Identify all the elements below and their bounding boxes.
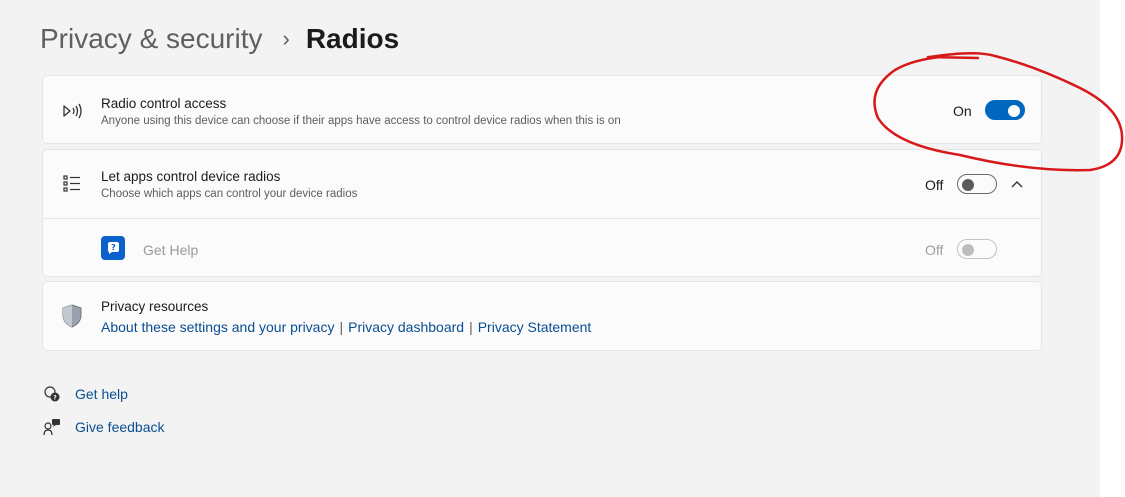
link-separator: | bbox=[469, 319, 473, 335]
privacy-resources-card: Privacy resources About these settings a… bbox=[42, 281, 1042, 351]
toggle-knob bbox=[1008, 105, 1020, 117]
toggle-knob bbox=[962, 244, 974, 256]
get-help-icon: ? bbox=[42, 384, 62, 404]
about-privacy-link[interactable]: About these settings and your privacy bbox=[101, 319, 334, 335]
radio-waves-icon bbox=[61, 100, 83, 122]
radio-control-row: Radio control access Anyone using this d… bbox=[43, 76, 1041, 144]
get-help-link[interactable]: Get help bbox=[75, 386, 128, 402]
breadcrumb: Privacy & security › Radios bbox=[40, 22, 399, 56]
shield-icon bbox=[61, 304, 83, 328]
app-row-get-help: ? Get Help Off bbox=[43, 218, 1041, 277]
radio-control-toggle[interactable] bbox=[985, 100, 1025, 120]
privacy-statement-link[interactable]: Privacy Statement bbox=[478, 319, 592, 335]
get-help-app-name: Get Help bbox=[143, 242, 199, 258]
apps-control-state: Off bbox=[925, 177, 944, 193]
svg-text:?: ? bbox=[111, 243, 116, 252]
radio-control-state: On bbox=[953, 103, 972, 119]
get-help-app-state: Off bbox=[925, 242, 944, 258]
radio-control-description: Anyone using this device can choose if t… bbox=[101, 115, 621, 127]
chevron-right-icon: › bbox=[282, 26, 290, 51]
breadcrumb-parent[interactable]: Privacy & security bbox=[40, 22, 263, 56]
give-feedback-footer[interactable]: Give feedback bbox=[42, 417, 165, 437]
privacy-dashboard-link[interactable]: Privacy dashboard bbox=[348, 319, 464, 335]
page-title: Radios bbox=[305, 23, 400, 54]
toggle-knob bbox=[962, 179, 974, 191]
give-feedback-link[interactable]: Give feedback bbox=[75, 419, 165, 435]
get-help-footer[interactable]: ? Get help bbox=[42, 384, 128, 404]
get-help-app-icon: ? bbox=[101, 236, 125, 260]
svg-text:?: ? bbox=[53, 395, 57, 402]
apps-control-toggle[interactable] bbox=[957, 174, 997, 194]
privacy-links: About these settings and your privacy | … bbox=[101, 319, 591, 335]
link-separator: | bbox=[339, 319, 344, 335]
apps-control-description: Choose which apps can control your devic… bbox=[101, 188, 358, 200]
apps-control-card: Let apps control device radios Choose wh… bbox=[42, 149, 1042, 277]
apps-control-title: Let apps control device radios bbox=[101, 169, 281, 184]
radio-control-card: Radio control access Anyone using this d… bbox=[42, 75, 1042, 144]
settings-panel: Privacy & security › Radios Radio contro… bbox=[0, 0, 1100, 497]
list-icon bbox=[61, 172, 83, 194]
radio-control-title: Radio control access bbox=[101, 96, 227, 111]
get-help-app-toggle[interactable] bbox=[957, 239, 997, 259]
privacy-resources-title: Privacy resources bbox=[101, 299, 209, 314]
chevron-up-icon[interactable] bbox=[1007, 174, 1027, 194]
feedback-icon bbox=[42, 417, 62, 437]
apps-control-row[interactable]: Let apps control device radios Choose wh… bbox=[43, 150, 1041, 218]
